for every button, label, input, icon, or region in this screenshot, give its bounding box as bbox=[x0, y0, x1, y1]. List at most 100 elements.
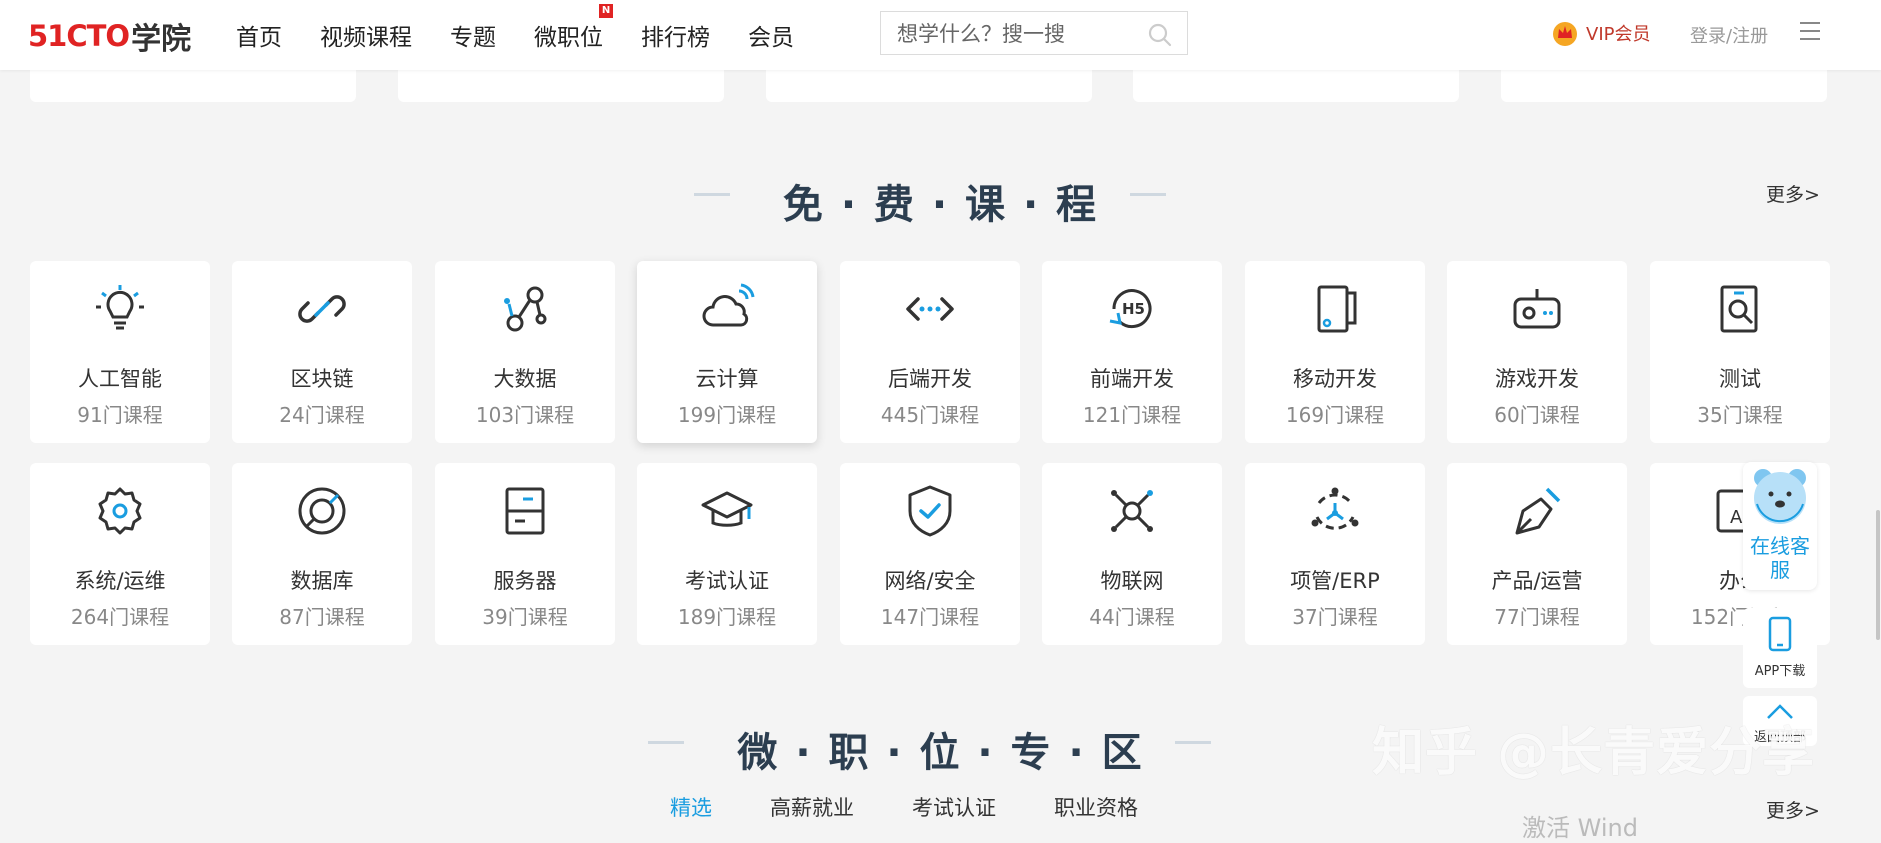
category-name: 产品/运营 bbox=[1491, 569, 1583, 593]
logo-suffix: 学院 bbox=[131, 22, 192, 57]
category-count: 24门课程 bbox=[279, 403, 365, 427]
category-count: 103门课程 bbox=[475, 403, 575, 427]
mobile-icon bbox=[1317, 285, 1357, 333]
category-card-mobile[interactable]: 移动开发 169门课程 bbox=[1245, 261, 1425, 443]
pen-icon bbox=[1515, 487, 1561, 535]
category-count: 264门课程 bbox=[70, 605, 170, 629]
svg-text:H5: H5 bbox=[1122, 300, 1145, 318]
tab-high-salary[interactable]: 高薪就业 bbox=[770, 792, 854, 822]
html5-icon: H5 bbox=[1109, 289, 1152, 329]
menu-icon[interactable] bbox=[1800, 22, 1820, 42]
category-card-certification[interactable]: 考试认证 189门课程 bbox=[637, 463, 817, 645]
category-name: 项管/ERP bbox=[1290, 569, 1380, 593]
category-count: 147门课程 bbox=[880, 605, 980, 629]
category-count: 60门课程 bbox=[1494, 403, 1580, 427]
nav-ranking[interactable]: 排行榜 bbox=[641, 18, 710, 52]
category-card-iot[interactable]: 物联网 44门课程 bbox=[1042, 463, 1222, 645]
category-name: 网络/安全 bbox=[884, 569, 976, 593]
nav-home[interactable]: 首页 bbox=[236, 18, 282, 52]
category-card-ops[interactable]: 系统/运维 264门课程 bbox=[30, 463, 210, 645]
online-service-button[interactable]: 在线客服 bbox=[1743, 462, 1817, 590]
iot-icon bbox=[1111, 490, 1153, 532]
category-name: 数据库 bbox=[290, 569, 354, 593]
category-card-security[interactable]: 网络/安全 147门课程 bbox=[840, 463, 1020, 645]
database-icon bbox=[298, 487, 346, 535]
free-courses-more-link[interactable]: 更多> bbox=[1766, 180, 1820, 207]
link-icon bbox=[298, 295, 346, 323]
category-card-server[interactable]: 服务器 39门课程 bbox=[435, 463, 615, 645]
app-download-button[interactable]: APP下载 bbox=[1743, 608, 1817, 688]
svg-text:A: A bbox=[1730, 507, 1743, 528]
scrollbar-thumb[interactable] bbox=[1876, 510, 1880, 640]
category-count: 37门课程 bbox=[1292, 605, 1378, 629]
nav-membership[interactable]: 会员 bbox=[748, 18, 794, 52]
category-name: 考试认证 bbox=[685, 569, 769, 593]
category-name: 移动开发 bbox=[1293, 367, 1377, 391]
nav-micro-jobs-label: 微职位 bbox=[534, 25, 603, 51]
category-name: 测试 bbox=[1719, 367, 1761, 391]
category-count: 445门课程 bbox=[880, 403, 980, 427]
category-name: 游戏开发 bbox=[1495, 367, 1579, 391]
category-card-ai[interactable]: 人工智能 91门课程 bbox=[30, 261, 210, 443]
category-name: 前端开发 bbox=[1090, 367, 1174, 391]
vip-crown-icon bbox=[1553, 22, 1577, 46]
category-card-project-erp[interactable]: 项管/ERP 37门课程 bbox=[1245, 463, 1425, 645]
tab-featured[interactable]: 精选 bbox=[670, 792, 712, 822]
test-search-icon bbox=[1720, 285, 1758, 333]
category-name: 物联网 bbox=[1100, 569, 1164, 593]
category-card-game[interactable]: 游戏开发 60门课程 bbox=[1447, 261, 1627, 443]
category-card-backend[interactable]: 后端开发 445门课程 bbox=[840, 261, 1020, 443]
code-icon bbox=[906, 297, 954, 321]
category-count: 199门课程 bbox=[677, 403, 777, 427]
category-count: 169门课程 bbox=[1285, 403, 1385, 427]
category-name: 人工智能 bbox=[78, 367, 162, 391]
category-name: 系统/运维 bbox=[74, 569, 166, 593]
phone-icon bbox=[1768, 616, 1792, 652]
app-download-label: APP下载 bbox=[1754, 664, 1806, 679]
search-input[interactable] bbox=[895, 12, 1149, 56]
category-count: 121门课程 bbox=[1082, 403, 1182, 427]
site-logo[interactable]: 51CTO 学院 bbox=[28, 14, 191, 58]
category-name: 服务器 bbox=[493, 569, 557, 593]
category-count: 44门课程 bbox=[1089, 605, 1175, 629]
category-count: 39门课程 bbox=[482, 605, 568, 629]
main-nav: 首页 视频课程 专题 微职位 N 排行榜 会员 bbox=[236, 0, 832, 70]
cloud-icon bbox=[702, 283, 755, 327]
logo-prefix: 51CTO bbox=[28, 19, 130, 53]
category-card-database[interactable]: 数据库 87门课程 bbox=[232, 463, 412, 645]
server-icon bbox=[505, 487, 545, 535]
nav-topics[interactable]: 专题 bbox=[450, 18, 496, 52]
vip-link[interactable]: VIP会员 bbox=[1550, 18, 1650, 48]
category-count: 91门课程 bbox=[77, 403, 163, 427]
gear-icon bbox=[98, 487, 142, 535]
nodes-icon bbox=[504, 286, 547, 332]
category-card-cloud[interactable]: 云计算 199门课程 bbox=[637, 261, 817, 443]
category-card-testing[interactable]: 测试 35门课程 bbox=[1650, 261, 1830, 443]
category-card-blockchain[interactable]: 区块链 24门课程 bbox=[232, 261, 412, 443]
activate-windows-text: 激活 Wind bbox=[1522, 814, 1638, 842]
category-count: 77门课程 bbox=[1494, 605, 1580, 629]
category-count: 87门课程 bbox=[279, 605, 365, 629]
category-name: 大数据 bbox=[493, 367, 557, 391]
search-icon[interactable] bbox=[1147, 22, 1173, 48]
tab-qualification[interactable]: 职业资格 bbox=[1054, 792, 1138, 822]
free-courses-title: 免 · 费 · 课 · 程 bbox=[782, 182, 1099, 228]
category-count: 189门课程 bbox=[677, 605, 777, 629]
category-count: 35门课程 bbox=[1697, 403, 1783, 427]
search-box bbox=[880, 11, 1188, 56]
online-service-label: 在线客服 bbox=[1750, 534, 1810, 582]
new-badge: N bbox=[599, 4, 613, 18]
graduation-cap-icon bbox=[701, 491, 753, 527]
lightbulb-icon bbox=[96, 285, 144, 330]
watermark-text: 知乎 @长青爱分享 bbox=[1372, 723, 1816, 783]
category-card-product-ops[interactable]: 产品/运营 77门课程 bbox=[1447, 463, 1627, 645]
login-register-link[interactable]: 登录/注册 bbox=[1690, 22, 1768, 48]
tab-certification[interactable]: 考试认证 bbox=[912, 792, 996, 822]
gamepad-icon bbox=[1513, 289, 1561, 329]
micro-jobs-tabs: 精选 高薪就业 考试认证 职业资格 bbox=[670, 792, 1196, 822]
category-card-frontend[interactable]: H5 前端开发 121门课程 bbox=[1042, 261, 1222, 443]
nav-micro-jobs[interactable]: 微职位 N bbox=[534, 4, 613, 52]
micro-jobs-more-link[interactable]: 更多> bbox=[1766, 796, 1820, 823]
nav-video-courses[interactable]: 视频课程 bbox=[320, 18, 412, 52]
category-card-big-data[interactable]: 大数据 103门课程 bbox=[435, 261, 615, 443]
